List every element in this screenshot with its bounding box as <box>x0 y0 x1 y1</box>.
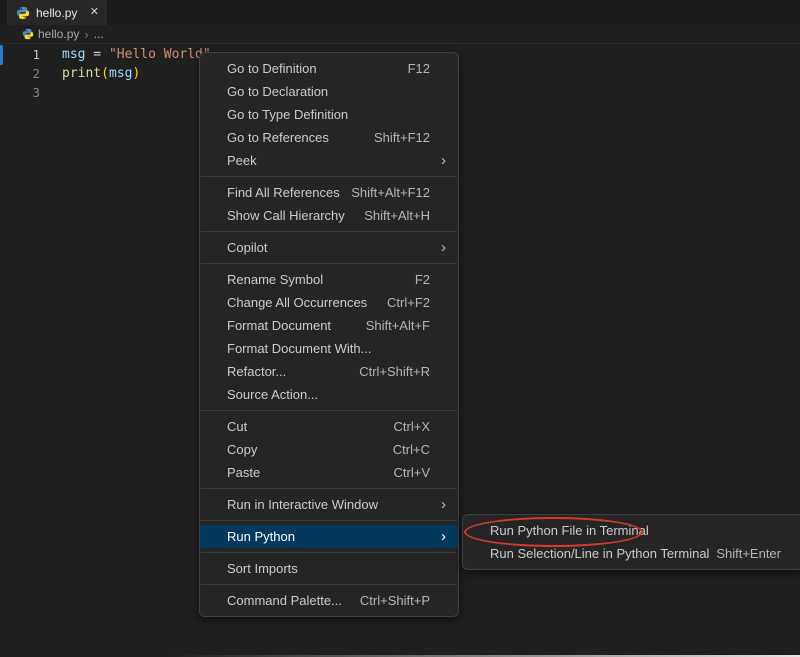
breadcrumb-symbol[interactable]: ... <box>94 27 104 41</box>
menu-item-label: Rename Symbol <box>227 272 415 287</box>
menu-item-label: Go to Type Definition <box>227 107 430 122</box>
menu-separator <box>201 552 457 553</box>
menu-item-change-all-occurrences[interactable]: Change All OccurrencesCtrl+F2 <box>200 291 458 314</box>
token-function: print <box>62 66 101 81</box>
line-number: 2 <box>0 66 40 81</box>
submenu-chevron-icon: › <box>430 497 446 512</box>
token-plain: = <box>85 47 108 62</box>
menu-item-run-in-interactive-window[interactable]: Run in Interactive Window› <box>200 493 458 516</box>
menu-item-label: Refactor... <box>227 364 359 379</box>
menu-item-shortcut: Shift+Enter <box>716 546 781 561</box>
menu-item-label: Show Call Hierarchy <box>227 208 364 223</box>
menu-separator <box>201 584 457 585</box>
menu-item-shortcut: Ctrl+Shift+P <box>360 593 430 608</box>
menu-item-command-palette[interactable]: Command Palette...Ctrl+Shift+P <box>200 589 458 612</box>
menu-item-go-to-definition[interactable]: Go to DefinitionF12 <box>200 57 458 80</box>
menu-separator <box>201 520 457 521</box>
menu-item-label: Copy <box>227 442 393 457</box>
menu-item-shortcut: Ctrl+F2 <box>387 295 430 310</box>
menu-separator <box>201 263 457 264</box>
menu-item-format-document[interactable]: Format DocumentShift+Alt+F <box>200 314 458 337</box>
menu-item-shortcut: Shift+Alt+H <box>364 208 430 223</box>
menu-separator <box>201 176 457 177</box>
menu-item-label: Source Action... <box>227 387 430 402</box>
context-menu: Go to DefinitionF12 Go to Declaration Go t… <box>199 52 459 617</box>
menu-item-label: Format Document <box>227 318 366 333</box>
token-variable: msg <box>62 47 85 62</box>
submenu-item-run-python-file-in-terminal[interactable]: Run Python File in Terminal <box>463 519 800 542</box>
menu-item-rename-symbol[interactable]: Rename SymbolF2 <box>200 268 458 291</box>
token-variable: msg <box>109 66 132 81</box>
menu-item-run-python[interactable]: Run Python› <box>200 525 458 548</box>
menu-item-label: Change All Occurrences <box>227 295 387 310</box>
line-number: 3 <box>0 85 40 100</box>
menu-item-label: Command Palette... <box>227 593 360 608</box>
line-number: 1 <box>0 47 40 62</box>
menu-item-format-document-with[interactable]: Format Document With... <box>200 337 458 360</box>
menu-item-label: Find All References <box>227 185 351 200</box>
menu-item-label: Run Python File in Terminal <box>490 523 781 538</box>
menu-item-shortcut: Ctrl+Shift+R <box>359 364 430 379</box>
menu-item-shortcut: Ctrl+X <box>394 419 430 434</box>
menu-item-go-to-type-definition[interactable]: Go to Type Definition <box>200 103 458 126</box>
menu-item-refactor[interactable]: Refactor...Ctrl+Shift+R <box>200 360 458 383</box>
submenu-chevron-icon: › <box>430 529 446 544</box>
menu-item-label: Run in Interactive Window <box>227 497 430 512</box>
token-bracket: ) <box>132 66 140 81</box>
menu-separator <box>201 488 457 489</box>
menu-item-label: Peek <box>227 153 430 168</box>
menu-item-label: Run Selection/Line in Python Terminal <box>490 546 716 561</box>
menu-item-label: Copilot <box>227 240 430 255</box>
menu-item-label: Go to Declaration <box>227 84 430 99</box>
menu-item-label: Sort Imports <box>227 561 430 576</box>
breadcrumb-file[interactable]: hello.py <box>38 27 79 41</box>
menu-item-go-to-declaration[interactable]: Go to Declaration <box>200 80 458 103</box>
menu-item-source-action[interactable]: Source Action... <box>200 383 458 406</box>
submenu-chevron-icon: › <box>430 153 446 168</box>
active-line-indicator <box>0 45 3 65</box>
menu-item-sort-imports[interactable]: Sort Imports <box>200 557 458 580</box>
menu-item-cut[interactable]: CutCtrl+X <box>200 415 458 438</box>
menu-separator <box>201 231 457 232</box>
tab-bar: hello.py ✕ <box>0 0 800 25</box>
python-icon-small <box>22 28 34 40</box>
token-bracket: ( <box>101 66 109 81</box>
menu-item-label: Go to Definition <box>227 61 408 76</box>
menu-item-copy[interactable]: CopyCtrl+C <box>200 438 458 461</box>
run-python-submenu: Run Python File in Terminal Run Selection… <box>462 514 800 570</box>
token-string: "Hello World" <box>109 47 211 62</box>
menu-item-label: Format Document With... <box>227 341 430 356</box>
menu-item-peek[interactable]: Peek› <box>200 149 458 172</box>
menu-item-go-to-references[interactable]: Go to ReferencesShift+F12 <box>200 126 458 149</box>
menu-item-shortcut: Ctrl+V <box>394 465 430 480</box>
menu-item-label: Cut <box>227 419 394 434</box>
menu-item-shortcut: Shift+Alt+F12 <box>351 185 430 200</box>
code-text: print(msg) <box>40 66 140 81</box>
submenu-chevron-icon: › <box>430 240 446 255</box>
tab-title: hello.py <box>36 6 84 20</box>
menu-item-shortcut: F12 <box>408 61 430 76</box>
menu-item-label: Run Python <box>227 529 430 544</box>
menu-item-copilot[interactable]: Copilot› <box>200 236 458 259</box>
menu-item-shortcut: Ctrl+C <box>393 442 430 457</box>
menu-item-shortcut: Shift+Alt+F <box>366 318 430 333</box>
menu-item-find-all-references[interactable]: Find All ReferencesShift+Alt+F12 <box>200 181 458 204</box>
tab-hello-py[interactable]: hello.py ✕ <box>7 0 107 25</box>
code-text: msg = "Hello World" <box>40 47 211 62</box>
menu-item-show-call-hierarchy[interactable]: Show Call HierarchyShift+Alt+H <box>200 204 458 227</box>
close-icon[interactable]: ✕ <box>90 7 99 18</box>
menu-item-label: Paste <box>227 465 394 480</box>
menu-item-shortcut: Shift+F12 <box>374 130 430 145</box>
menu-separator <box>201 410 457 411</box>
breadcrumb: hello.py › ... <box>0 25 800 44</box>
chevron-right-icon: › <box>84 27 88 42</box>
python-icon <box>16 6 30 20</box>
submenu-item-run-selection-line-in-python-terminal[interactable]: Run Selection/Line in Python TerminalShi… <box>463 542 800 565</box>
menu-item-paste[interactable]: PasteCtrl+V <box>200 461 458 484</box>
menu-item-label: Go to References <box>227 130 374 145</box>
menu-item-shortcut: F2 <box>415 272 430 287</box>
